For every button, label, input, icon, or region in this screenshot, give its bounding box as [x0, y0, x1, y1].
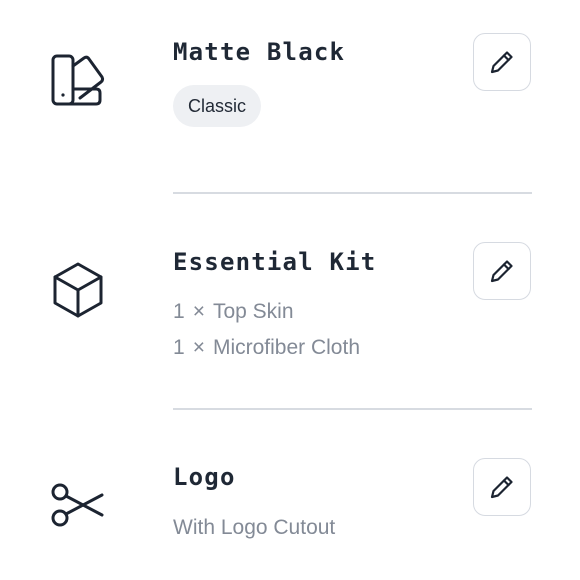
product-name: Microfiber Cloth: [212, 336, 360, 359]
list-item: 1 × Microfiber Cloth: [173, 336, 360, 360]
pencil-icon: [490, 476, 513, 499]
edit-button-logo[interactable]: [473, 458, 531, 516]
style-badge: Classic: [173, 85, 262, 127]
item-title: Matte Black: [173, 38, 346, 66]
pencil-icon: [490, 51, 513, 74]
edit-button-essential-kit[interactable]: [473, 242, 531, 300]
product-name: Top Skin: [212, 300, 294, 323]
quantity: 1: [173, 300, 185, 323]
quantity: 1: [173, 336, 185, 359]
edit-button-matte-black[interactable]: [473, 33, 531, 91]
times-separator: ×: [192, 336, 205, 359]
divider: [173, 192, 532, 194]
color-swatch-icon: [50, 52, 106, 108]
cube-icon: [50, 262, 106, 318]
pencil-icon: [490, 260, 513, 283]
item-detail: With Logo Cutout: [173, 516, 336, 539]
times-separator: ×: [192, 300, 205, 323]
item-title: Essential Kit: [173, 248, 377, 276]
item-title: Logo: [173, 463, 236, 491]
divider: [173, 408, 532, 410]
scissors-icon: [50, 477, 106, 533]
list-item: 1 × Top Skin: [173, 300, 294, 324]
